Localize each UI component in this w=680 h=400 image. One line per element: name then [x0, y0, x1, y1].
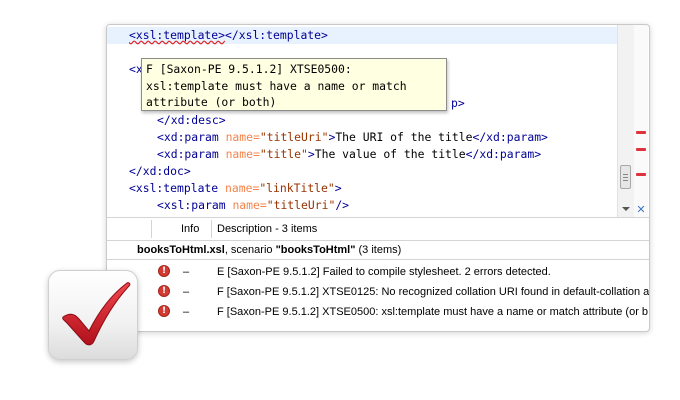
- tooltip-line-3: attribute (or both): [146, 95, 277, 109]
- code-token: p>: [451, 96, 465, 110]
- code-token: <xsl:param: [157, 198, 233, 212]
- code-token: </xsl:template>: [225, 28, 328, 42]
- code-token: name=: [232, 198, 267, 212]
- results-column-header: Info Description - 3 items: [107, 217, 649, 241]
- result-row[interactable]: ! – F [Saxon-PE 9.5.1.2] XTSE0125: No re…: [107, 282, 649, 302]
- code-line[interactable]: <xsl:template></xsl:template>: [129, 27, 328, 44]
- code-token: </xd:param>: [465, 147, 542, 161]
- results-scenario-prefix: , scenario: [224, 244, 276, 256]
- tooltip-line-1: F [Saxon-PE 9.5.1.2] XTSE0500:: [146, 62, 352, 76]
- close-results-icon[interactable]: ✕: [636, 204, 646, 215]
- code-token: name=: [225, 181, 260, 195]
- code-token: name=: [225, 130, 260, 144]
- result-description: F [Saxon-PE 9.5.1.2] XTSE0500: xsl:templ…: [217, 306, 649, 318]
- code-token: The value of the title: [314, 147, 466, 161]
- result-description: F [Saxon-PE 9.5.1.2] XTSE0125: No recogn…: [217, 286, 650, 298]
- code-token: <xsl:template: [129, 181, 226, 195]
- tooltip-line-2: xsl:template must have a name or match: [146, 78, 407, 93]
- code-token: >: [334, 181, 342, 195]
- error-tooltip: F [Saxon-PE 9.5.1.2] XTSE0500: xsl:templ…: [141, 58, 447, 111]
- error-icon: !: [158, 285, 170, 297]
- code-token: >: [307, 147, 315, 161]
- code-token: "titleUri": [259, 130, 329, 144]
- code-token: "titleUri": [266, 198, 336, 212]
- error-marker[interactable]: [636, 131, 646, 134]
- result-info-dash: –: [183, 286, 190, 298]
- code-line[interactable]: </xd:desc>: [157, 112, 226, 129]
- result-row[interactable]: ! – F [Saxon-PE 9.5.1.2] XTSE0500: xsl:t…: [107, 302, 649, 322]
- column-info[interactable]: Info: [177, 218, 199, 240]
- results-panel: booksToHtml.xsl, scenario "booksToHtml" …: [107, 240, 649, 331]
- error-overview-ruler: [634, 25, 648, 217]
- xslt-validation-window: <xsl:template></xsl:template> <x p> </xd:de…: [106, 24, 650, 332]
- code-token: </xd:doc>: [129, 164, 191, 178]
- code-token: The URI of the title: [335, 130, 473, 144]
- error-marker[interactable]: [636, 173, 646, 176]
- code-token: "linkTitle": [259, 181, 335, 195]
- scrollbar-thumb[interactable]: [620, 165, 631, 189]
- code-token: </xd:param>: [472, 130, 548, 144]
- code-token: <xd:param: [157, 147, 226, 161]
- code-line[interactable]: p>: [451, 95, 465, 112]
- code-token: </xd:desc>: [157, 113, 226, 127]
- vertical-scrollbar[interactable]: [617, 25, 634, 217]
- code-token: <xsl:template>: [129, 28, 226, 42]
- error-icon: !: [158, 305, 170, 317]
- result-info-dash: –: [183, 266, 190, 278]
- code-line[interactable]: <xd:param name="titleUri">The URI of the…: [157, 129, 548, 146]
- code-token: <xd:param: [157, 130, 226, 144]
- result-description: E [Saxon-PE 9.5.1.2] Failed to compile s…: [217, 266, 551, 278]
- code-line[interactable]: <xsl:template name="linkTitle">: [129, 180, 342, 197]
- error-marker[interactable]: [636, 148, 646, 151]
- code-token: "title": [259, 147, 308, 161]
- validation-checkmark-badge: [48, 270, 138, 360]
- results-scenario-name: "booksToHtml": [275, 244, 356, 256]
- code-editor[interactable]: <xsl:template></xsl:template> <x p> </xd:de…: [107, 25, 617, 217]
- checkmark-icon: [62, 282, 131, 346]
- code-line[interactable]: <xd:param name="title">The value of the …: [157, 146, 541, 163]
- results-group-header[interactable]: booksToHtml.xsl, scenario "booksToHtml" …: [107, 240, 649, 260]
- result-row[interactable]: ! – E [Saxon-PE 9.5.1.2] Failed to compi…: [107, 262, 649, 282]
- results-item-count: (3 items): [355, 244, 402, 256]
- column-description[interactable]: Description - 3 items: [213, 218, 317, 240]
- results-file-name: booksToHtml.xsl: [137, 244, 225, 256]
- error-icon: !: [158, 265, 170, 277]
- result-info-dash: –: [183, 306, 190, 318]
- code-token: name=: [225, 147, 260, 161]
- code-line[interactable]: </xd:doc>: [129, 163, 191, 180]
- code-line[interactable]: <xsl:param name="titleUri"/>: [157, 197, 349, 214]
- code-token: />: [335, 198, 350, 212]
- scroll-down-arrow-icon[interactable]: [622, 207, 630, 211]
